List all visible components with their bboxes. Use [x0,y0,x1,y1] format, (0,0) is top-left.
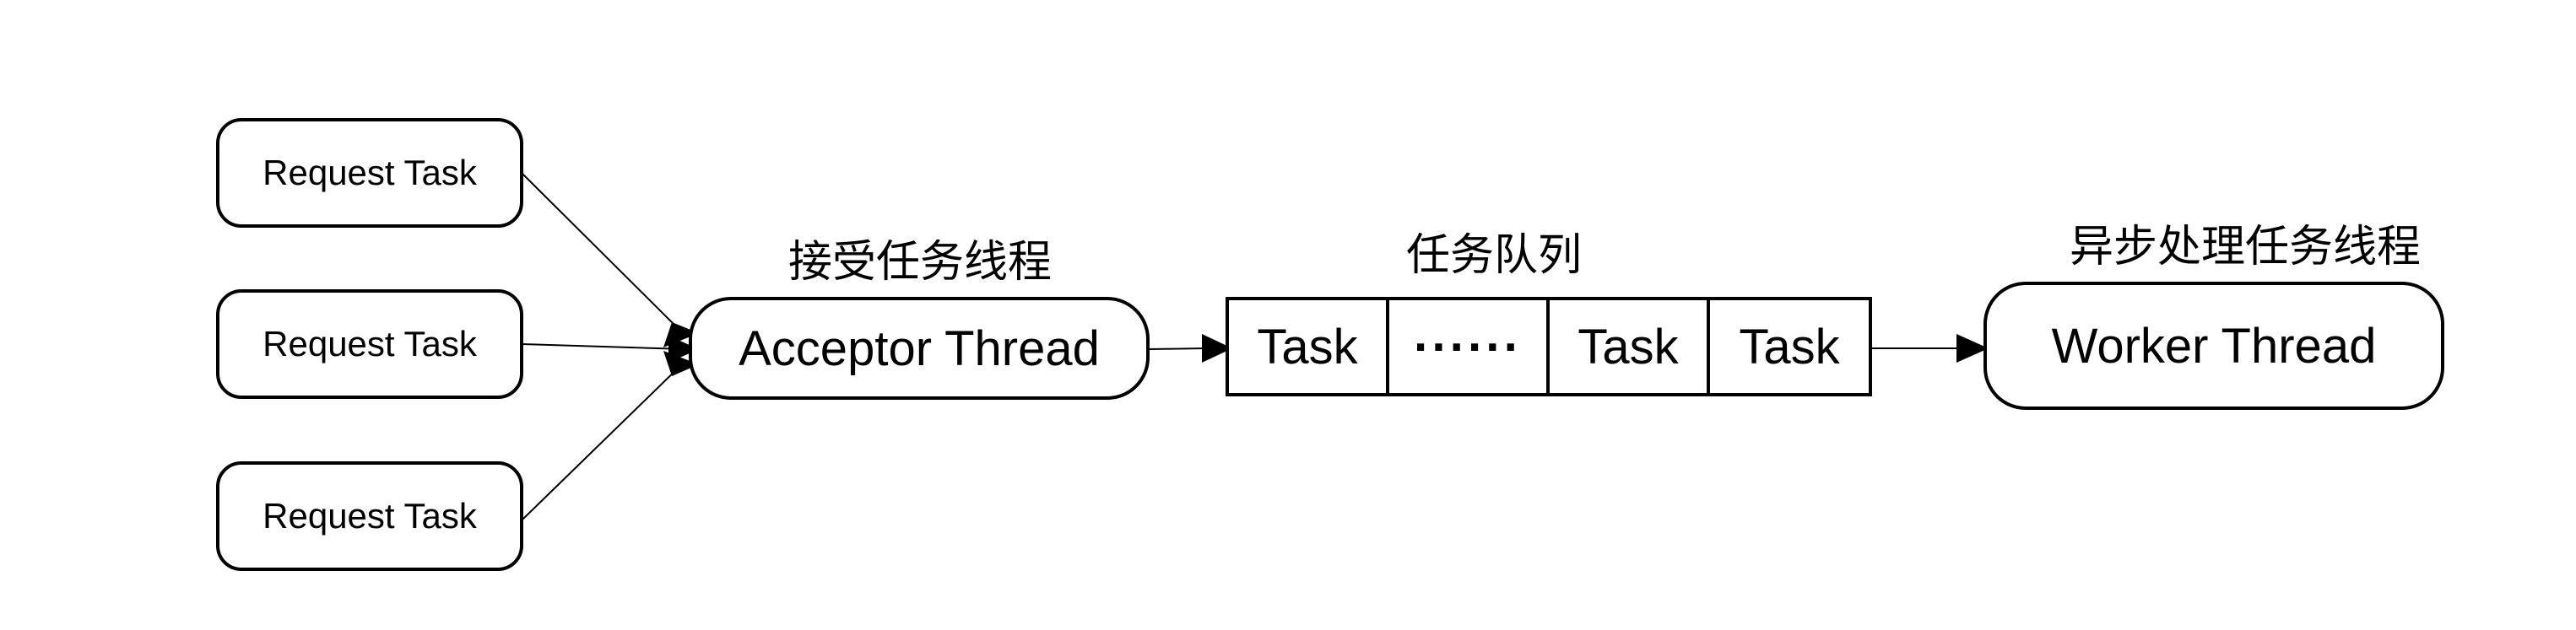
request-task-label: Request Task [262,324,477,363]
queue-title: 任务队列 [1405,231,1582,280]
request-task-label: Request Task [262,153,477,192]
queue-cell-label: Task [1739,319,1840,374]
edge-request-2-to-acceptor [521,343,686,350]
queue-cell-2: ······ [1386,297,1550,396]
queue-cell-4: Task [1707,297,1872,396]
queue-cell-1: Task [1226,297,1389,396]
acceptor-thread-label: Acceptor Thread [739,320,1100,376]
request-task-label: Request Task [262,496,477,536]
queue-cell-label: ······ [1414,319,1522,374]
request-task-box-1: Request Task [216,118,523,228]
acceptor-thread-box: Acceptor Thread [689,297,1150,400]
queue-cell-label: Task [1578,319,1679,374]
edge-request-3-to-acceptor [521,360,686,521]
worker-thread-label: Worker Thread [2051,318,2377,374]
acceptor-title: 接受任务线程 [787,238,1052,287]
request-task-box-2: Request Task [216,289,523,399]
worker-title: 异步处理任务线程 [2069,223,2421,272]
queue-cell-3: Task [1546,297,1710,396]
worker-thread-box: Worker Thread [1983,282,2444,410]
edge-acceptor-to-queue [1147,347,1208,350]
queue-cell-label: Task [1257,319,1358,374]
request-task-box-3: Request Task [216,461,523,571]
edge-request-1-to-acceptor [521,172,686,337]
